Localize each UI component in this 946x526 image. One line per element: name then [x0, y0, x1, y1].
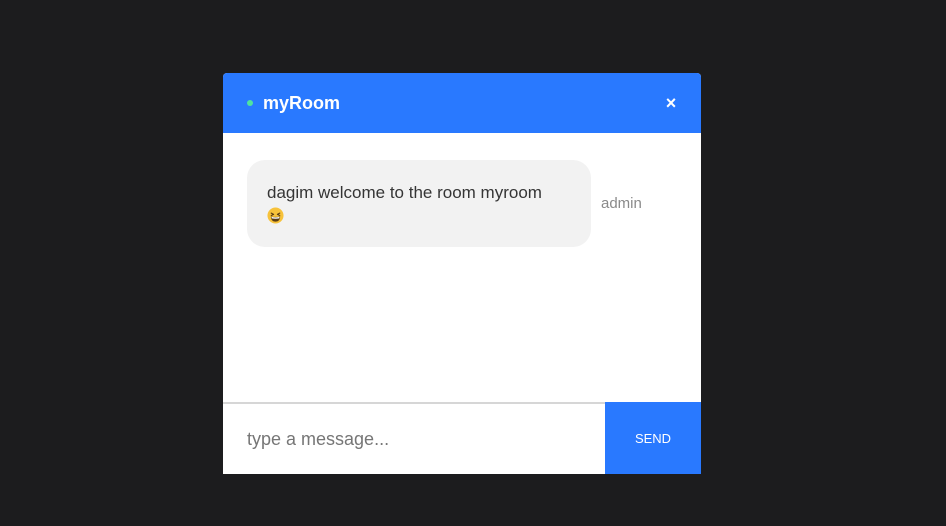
chat-header: myRoom × — [223, 73, 701, 133]
message-bubble: dagim welcome to the room myroom — [247, 160, 591, 247]
message-sender: admin — [601, 195, 642, 212]
chat-window: myRoom × dagim welcome to the room myroo… — [223, 73, 701, 474]
grinning-squinting-face-icon — [267, 207, 284, 224]
message-composer: SEND — [223, 402, 701, 474]
send-button[interactable]: SEND — [605, 402, 701, 474]
message-input[interactable] — [223, 404, 605, 474]
room-title: myRoom — [263, 92, 341, 113]
online-status-dot — [247, 100, 253, 106]
messages-list: dagim welcome to the room myroom admin — [223, 133, 701, 402]
message-text: dagim welcome to the room myroom — [267, 183, 542, 202]
close-icon[interactable]: × — [663, 94, 679, 112]
message-item: dagim welcome to the room myroom admin — [247, 160, 677, 247]
